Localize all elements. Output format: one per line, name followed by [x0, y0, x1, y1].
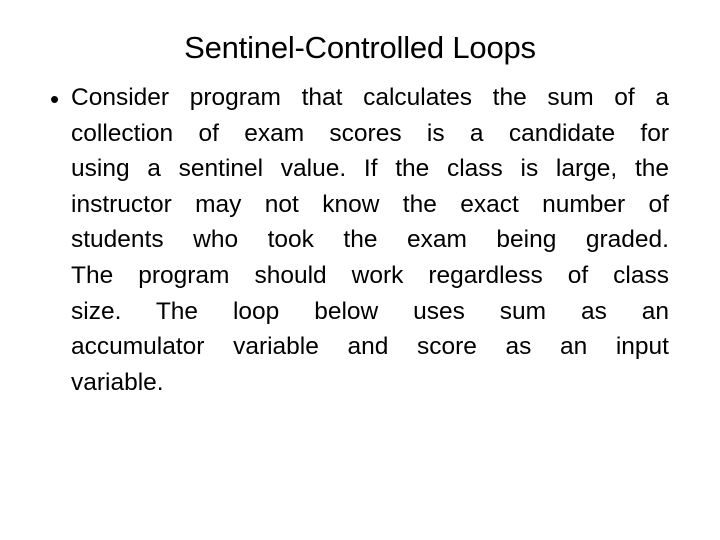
text-line: variable.: [71, 368, 164, 396]
bullet-text: Consider program that calculates the sum…: [71, 80, 669, 400]
slide-title: Sentinel-Controlled Loops: [184, 30, 536, 65]
text-line: accumulator variable and score as an inp…: [71, 333, 669, 361]
text-line: size. The loop below uses sum as an: [71, 297, 669, 325]
text-line: students who took the exam being graded.: [71, 226, 669, 254]
text-line: using a sentinel value. If the class is …: [71, 155, 669, 183]
text-line: The program should work regardless of cl…: [71, 261, 669, 289]
text-line: Consider program that calculates the sum…: [71, 84, 669, 111]
bullet-icon: •: [50, 84, 60, 114]
text-line: collection of exam scores is a candidate…: [71, 119, 669, 147]
text-line: instructor may not know the exact number…: [71, 190, 669, 218]
